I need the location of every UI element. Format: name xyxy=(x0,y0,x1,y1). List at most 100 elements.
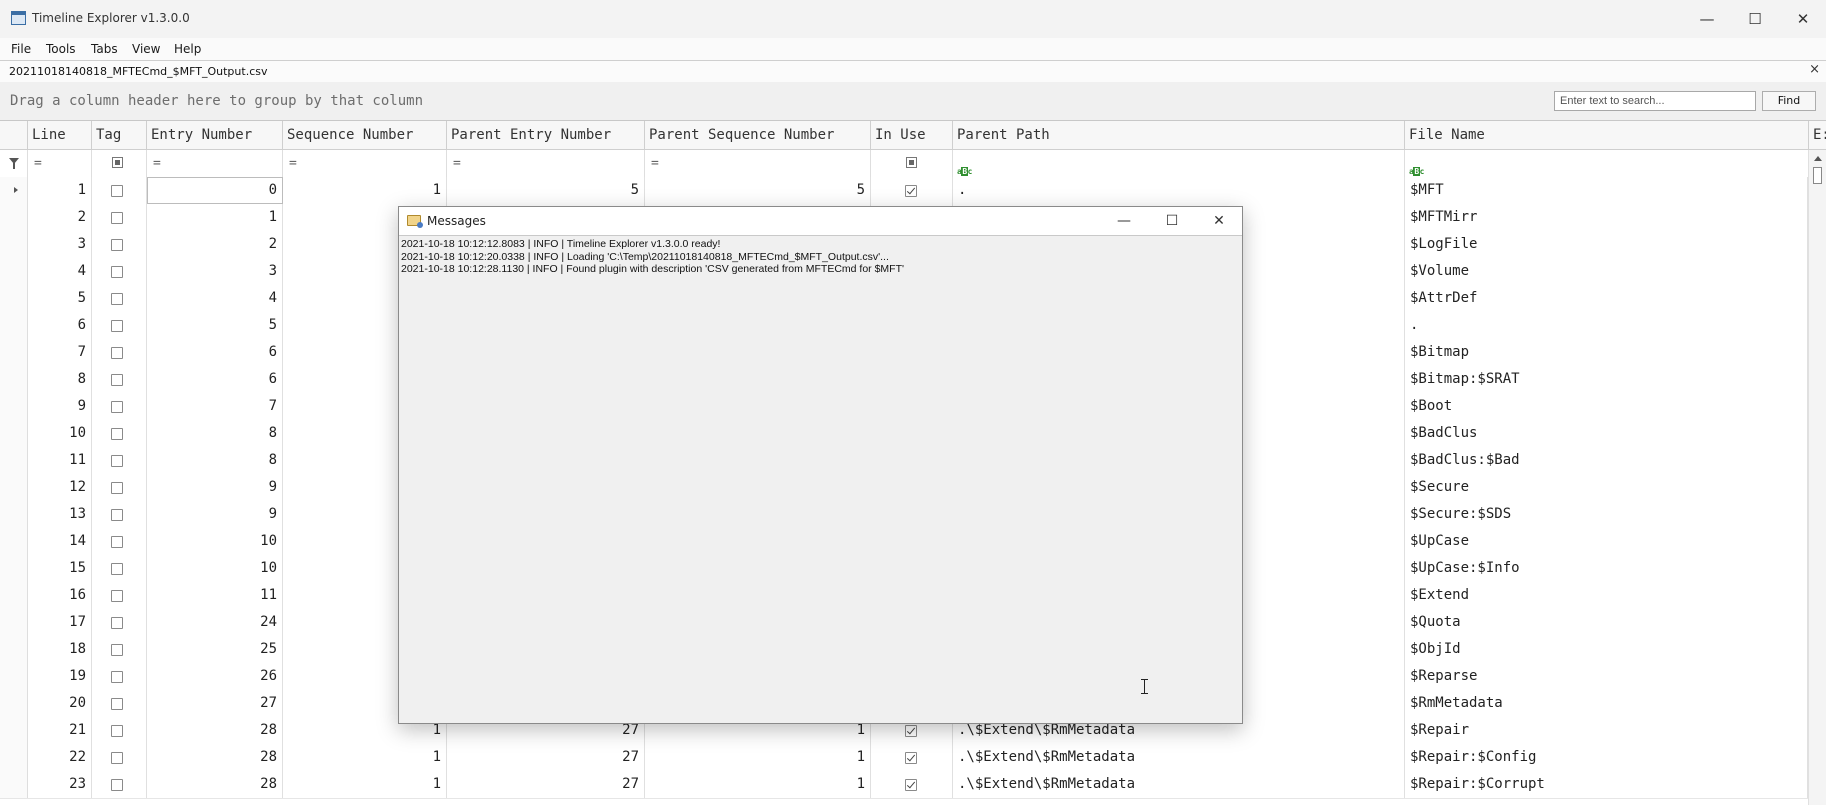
cell-tag[interactable] xyxy=(92,420,147,447)
menu-view[interactable]: View xyxy=(132,38,160,60)
menu-file[interactable]: File xyxy=(11,38,31,60)
cell-entry-number[interactable]: 0 xyxy=(147,177,283,204)
messages-maximize-button[interactable]: ☐ xyxy=(1149,207,1195,235)
search-input[interactable] xyxy=(1554,91,1756,111)
messages-close-button[interactable]: ✕ xyxy=(1196,207,1242,235)
cell-entry-number[interactable]: 6 xyxy=(147,366,283,393)
filter-tag-checkbox[interactable] xyxy=(112,157,123,168)
cell-entry-number[interactable]: 28 xyxy=(147,744,283,771)
cell-line[interactable]: 14 xyxy=(28,528,92,555)
cell-parent-sequence-number[interactable]: 1 xyxy=(645,771,871,798)
row-indicator[interactable] xyxy=(0,474,28,501)
row-indicator[interactable] xyxy=(0,366,28,393)
cell-line[interactable]: 16 xyxy=(28,582,92,609)
tag-checkbox[interactable] xyxy=(111,428,123,440)
filter-tag[interactable] xyxy=(92,150,147,177)
cell-file-name[interactable]: $Secure:$SDS xyxy=(1405,501,1808,528)
cell-tag[interactable] xyxy=(92,636,147,663)
row-indicator[interactable] xyxy=(0,555,28,582)
table-row[interactable]: 1 0 1 5 5. $MFT xyxy=(0,177,1808,205)
cell-line[interactable]: 18 xyxy=(28,636,92,663)
cell-tag[interactable] xyxy=(92,663,147,690)
row-indicator[interactable] xyxy=(0,690,28,717)
tag-checkbox[interactable] xyxy=(111,590,123,602)
cell-file-name[interactable]: $Repair:$Corrupt xyxy=(1405,771,1808,798)
cell-file-name[interactable]: $Extend xyxy=(1405,582,1808,609)
cell-sequence-number[interactable]: 1 xyxy=(283,177,447,204)
tag-checkbox[interactable] xyxy=(111,752,123,764)
cell-tag[interactable] xyxy=(92,339,147,366)
row-indicator[interactable] xyxy=(0,204,28,231)
tag-checkbox[interactable] xyxy=(111,536,123,548)
cell-file-name[interactable]: $Volume xyxy=(1405,258,1808,285)
file-tab[interactable]: 20211018140818_MFTECmd_$MFT_Output.csv xyxy=(9,65,268,78)
cell-line[interactable]: 3 xyxy=(28,231,92,258)
menu-tools[interactable]: Tools xyxy=(46,38,76,60)
row-indicator[interactable] xyxy=(0,339,28,366)
row-indicator[interactable] xyxy=(0,744,28,771)
cell-entry-number[interactable]: 25 xyxy=(147,636,283,663)
cell-entry-number[interactable]: 10 xyxy=(147,555,283,582)
cell-line[interactable]: 21 xyxy=(28,717,92,744)
cell-tag[interactable] xyxy=(92,690,147,717)
cell-line[interactable]: 20 xyxy=(28,690,92,717)
cell-parent-path[interactable]: .\$Extend\$RmMetadata xyxy=(953,771,1405,798)
cell-line[interactable]: 8 xyxy=(28,366,92,393)
cell-tag[interactable] xyxy=(92,231,147,258)
cell-file-name[interactable]: $Quota xyxy=(1405,609,1808,636)
header-file-name[interactable]: File Name xyxy=(1405,121,1809,149)
tab-close-icon[interactable]: × xyxy=(1809,62,1820,77)
cell-tag[interactable] xyxy=(92,582,147,609)
row-indicator[interactable] xyxy=(0,636,28,663)
header-parent-path[interactable]: Parent Path xyxy=(953,121,1405,149)
row-indicator[interactable] xyxy=(0,231,28,258)
cell-entry-number[interactable]: 28 xyxy=(147,717,283,744)
table-row[interactable]: 22 28 1 27 1 .\$Extend\$RmMetadata $Repair:$Co… xyxy=(0,744,1808,772)
cell-entry-number[interactable]: 26 xyxy=(147,663,283,690)
tag-checkbox[interactable] xyxy=(111,212,123,224)
cell-line[interactable]: 4 xyxy=(28,258,92,285)
cell-entry-number[interactable]: 3 xyxy=(147,258,283,285)
filter-sequence-number[interactable]: = xyxy=(283,150,447,177)
cell-file-name[interactable]: $BadClus:$Bad xyxy=(1405,447,1808,474)
tag-checkbox[interactable] xyxy=(111,374,123,386)
cell-line[interactable]: 15 xyxy=(28,555,92,582)
filter-parent-entry-number[interactable]: = xyxy=(447,150,645,177)
tag-checkbox[interactable] xyxy=(111,455,123,467)
cell-entry-number[interactable]: 7 xyxy=(147,393,283,420)
cell-tag[interactable] xyxy=(92,366,147,393)
cell-file-name[interactable]: $Boot xyxy=(1405,393,1808,420)
tag-checkbox[interactable] xyxy=(111,698,123,710)
tag-checkbox[interactable] xyxy=(111,725,123,737)
cell-line[interactable]: 13 xyxy=(28,501,92,528)
cell-file-name[interactable]: $UpCase xyxy=(1405,528,1808,555)
cell-tag[interactable] xyxy=(92,177,147,204)
row-indicator[interactable] xyxy=(0,663,28,690)
row-indicator[interactable] xyxy=(0,528,28,555)
close-button[interactable]: ✕ xyxy=(1780,0,1826,38)
filter-parent-sequence-number[interactable]: = xyxy=(645,150,871,177)
filter-parent-path[interactable]: aBc xyxy=(953,150,1405,177)
tag-checkbox[interactable] xyxy=(111,293,123,305)
row-indicator[interactable] xyxy=(0,177,28,204)
cell-entry-number[interactable]: 4 xyxy=(147,285,283,312)
row-indicator[interactable] xyxy=(0,420,28,447)
cell-in-use[interactable] xyxy=(871,744,953,771)
cell-file-name[interactable]: $UpCase:$Info xyxy=(1405,555,1808,582)
cell-file-name[interactable]: $Repair:$Config xyxy=(1405,744,1808,771)
cell-sequence-number[interactable]: 1 xyxy=(283,771,447,798)
cell-parent-sequence-number[interactable]: 5 xyxy=(645,177,871,204)
cell-file-name[interactable]: $MFTMirr xyxy=(1405,204,1808,231)
cell-line[interactable]: 11 xyxy=(28,447,92,474)
row-indicator[interactable] xyxy=(0,501,28,528)
cell-file-name[interactable]: $MFT xyxy=(1405,177,1808,204)
cell-line[interactable]: 9 xyxy=(28,393,92,420)
cell-parent-sequence-number[interactable]: 1 xyxy=(645,744,871,771)
cell-tag[interactable] xyxy=(92,312,147,339)
cell-tag[interactable] xyxy=(92,744,147,771)
cell-tag[interactable] xyxy=(92,393,147,420)
header-parent-sequence-number[interactable]: Parent Sequence Number xyxy=(645,121,871,149)
row-indicator[interactable] xyxy=(0,609,28,636)
cell-file-name[interactable]: $RmMetadata xyxy=(1405,690,1808,717)
row-indicator[interactable] xyxy=(0,258,28,285)
